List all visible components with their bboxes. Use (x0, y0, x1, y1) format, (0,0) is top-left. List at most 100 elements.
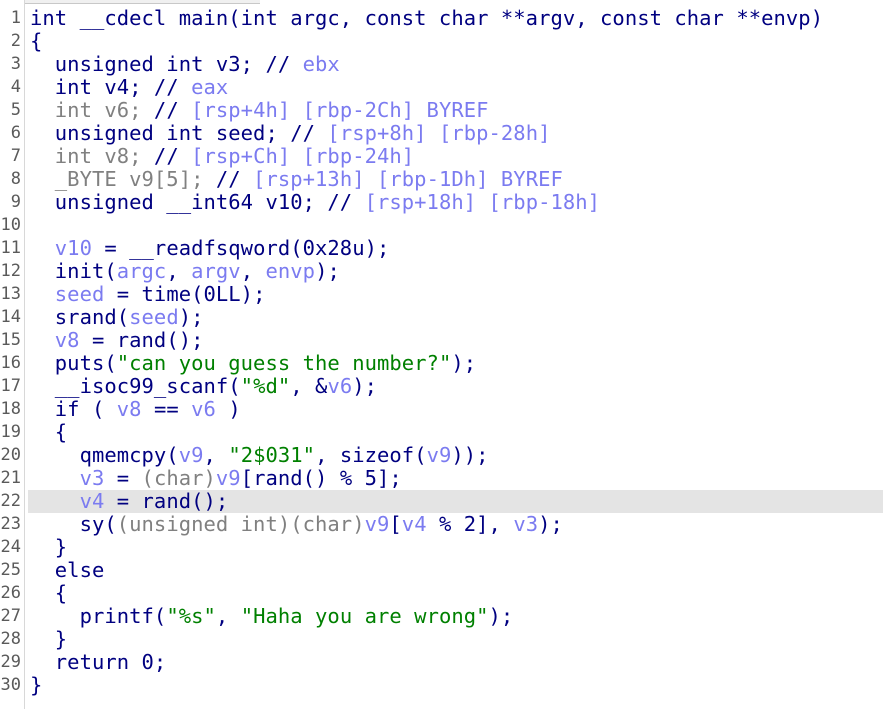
code-line[interactable]: 5 int v6; // [rsp+4h] [rbp-2Ch] BYREF (0, 99, 883, 122)
code-token[interactable]: else (30, 558, 105, 582)
code-text[interactable]: __isoc99_scanf("%d", &v6); (28, 375, 883, 398)
string-literal[interactable]: "Haha you are wrong" (241, 604, 489, 628)
type-token[interactable]: _BYTE v9[5]; (30, 167, 216, 191)
string-literal[interactable]: "%d" (241, 374, 291, 398)
code-token[interactable]: , (216, 604, 241, 628)
code-token[interactable]: = (104, 466, 141, 490)
code-line[interactable]: 19 { (0, 421, 883, 444)
code-token[interactable]: ); (315, 259, 340, 283)
code-token[interactable]: = __readfsqword(0x28u); (92, 236, 389, 260)
code-token[interactable]: [rand() % 5]; (241, 466, 402, 490)
code-line[interactable]: 1 int __cdecl main(int argc, const char *… (0, 7, 883, 30)
code-token[interactable]: } (30, 535, 67, 559)
code-line[interactable]: 22 v4 = rand(); (0, 490, 883, 513)
variable-token[interactable]: v9 (179, 443, 204, 467)
code-text[interactable]: int v4; // eax (28, 76, 883, 99)
variable-token[interactable]: v4 (402, 512, 427, 536)
variable-token[interactable]: v6 (327, 374, 352, 398)
code-line[interactable]: 9 unsigned __int64 v10; // [rsp+18h] [rb… (0, 191, 883, 214)
code-line[interactable]: 13 seed = time(0LL); (0, 283, 883, 306)
code-token[interactable]: , & (290, 374, 327, 398)
code-text[interactable]: int __cdecl main(int argc, const char **… (28, 7, 883, 30)
code-line[interactable]: 15 v8 = rand(); (0, 329, 883, 352)
comment-token[interactable]: ebx (303, 52, 340, 76)
code-token[interactable]: __isoc99_scanf( (30, 374, 241, 398)
code-text[interactable]: } (28, 674, 883, 697)
code-line[interactable]: 23 sy((unsigned int)(char)v9[v4 % 2], v3… (0, 513, 883, 536)
code-line[interactable]: 2{ (0, 30, 883, 53)
code-line[interactable]: 26 { (0, 582, 883, 605)
code-token[interactable]: // (154, 144, 191, 168)
code-line[interactable]: 10 (0, 214, 883, 237)
code-text[interactable]: int v6; // [rsp+4h] [rbp-2Ch] BYREF (28, 99, 883, 122)
code-token[interactable]: ); (489, 604, 514, 628)
string-literal[interactable]: "can you guess the number?" (117, 351, 452, 375)
code-line[interactable]: 11 v10 = __readfsqword(0x28u); (0, 237, 883, 260)
code-text[interactable]: { (28, 582, 883, 605)
code-line[interactable]: 29 return 0; (0, 651, 883, 674)
code-token[interactable]: ); (352, 374, 377, 398)
code-token[interactable]: { (30, 420, 67, 444)
code-token[interactable]: qmemcpy( (30, 443, 179, 467)
code-text[interactable]: v4 = rand(); (28, 490, 883, 513)
code-token[interactable]: if ( (30, 397, 117, 421)
variable-token[interactable]: v8 (117, 397, 142, 421)
code-token[interactable]: // (216, 167, 253, 191)
variable-token[interactable]: v3 (513, 512, 538, 536)
code-token[interactable]: = rand(); (104, 489, 228, 513)
variable-token[interactable]: v10 (30, 236, 92, 260)
code-line[interactable]: 25 else (0, 559, 883, 582)
code-text[interactable]: v10 = __readfsqword(0x28u); (28, 237, 883, 260)
code-token[interactable]: } (30, 673, 42, 697)
code-token[interactable]: sy( (30, 512, 117, 536)
variable-token[interactable]: v9 (365, 512, 390, 536)
comment-token[interactable]: eax (191, 75, 228, 99)
code-text[interactable]: int v8; // [rsp+Ch] [rbp-24h] (28, 145, 883, 168)
code-token[interactable]: ); (179, 305, 204, 329)
variable-token[interactable]: v9 (216, 466, 241, 490)
pseudocode-view[interactable]: 1 int __cdecl main(int argc, const char *… (0, 7, 883, 697)
code-token[interactable]: , sizeof( (315, 443, 427, 467)
code-token[interactable]: ) (216, 397, 241, 421)
code-token[interactable]: == (142, 397, 192, 421)
type-token[interactable]: int v6; (30, 98, 154, 122)
code-line[interactable]: 17 __isoc99_scanf("%d", &v6); (0, 375, 883, 398)
code-token[interactable]: printf( (30, 604, 167, 628)
code-text[interactable]: if ( v8 == v6 ) (28, 398, 883, 421)
variable-token[interactable]: argv (191, 259, 241, 283)
code-token[interactable]: , (204, 443, 229, 467)
code-token[interactable]: return 0; (30, 650, 166, 674)
code-line[interactable]: 12 init(argc, argv, envp); (0, 260, 883, 283)
code-text[interactable]: puts("can you guess the number?"); (28, 352, 883, 375)
variable-token[interactable]: seed (30, 282, 105, 306)
variable-token[interactable]: v4 (30, 489, 105, 513)
comment-token[interactable]: [rsp+Ch] [rbp-24h] (191, 144, 414, 168)
code-token[interactable]: = time(0LL); (104, 282, 266, 306)
comment-token[interactable]: [rsp+8h] [rbp-28h] (327, 121, 550, 145)
code-text[interactable]: srand(seed); (28, 306, 883, 329)
code-text[interactable]: init(argc, argv, envp); (28, 260, 883, 283)
variable-token[interactable]: envp (266, 259, 316, 283)
code-line[interactable]: 20 qmemcpy(v9, "2$031", sizeof(v9)); (0, 444, 883, 467)
code-line[interactable]: 27 printf("%s", "Haha you are wrong"); (0, 605, 883, 628)
code-token[interactable]: = rand(); (80, 328, 204, 352)
type-token[interactable]: int v8; (30, 144, 154, 168)
code-token[interactable]: unsigned int v3; // (30, 52, 303, 76)
code-text[interactable]: else (28, 559, 883, 582)
variable-token[interactable]: seed (129, 305, 179, 329)
code-line[interactable]: 3 unsigned int v3; // ebx (0, 53, 883, 76)
variable-token[interactable]: v9 (427, 443, 452, 467)
code-text[interactable]: } (28, 536, 883, 559)
code-token[interactable]: int v4; // (30, 75, 191, 99)
code-token[interactable]: , (241, 259, 266, 283)
code-token[interactable]: { (30, 581, 67, 605)
code-text[interactable]: seed = time(0LL); (28, 283, 883, 306)
string-literal[interactable]: "%s" (166, 604, 216, 628)
code-token[interactable]: // (154, 98, 191, 122)
code-token[interactable]: [ (389, 512, 401, 536)
type-token[interactable]: (unsigned int)(char) (117, 512, 365, 536)
code-token[interactable]: } (30, 627, 67, 651)
code-line[interactable]: 16 puts("can you guess the number?"); (0, 352, 883, 375)
code-line[interactable]: 14 srand(seed); (0, 306, 883, 329)
code-text[interactable]: printf("%s", "Haha you are wrong"); (28, 605, 883, 628)
